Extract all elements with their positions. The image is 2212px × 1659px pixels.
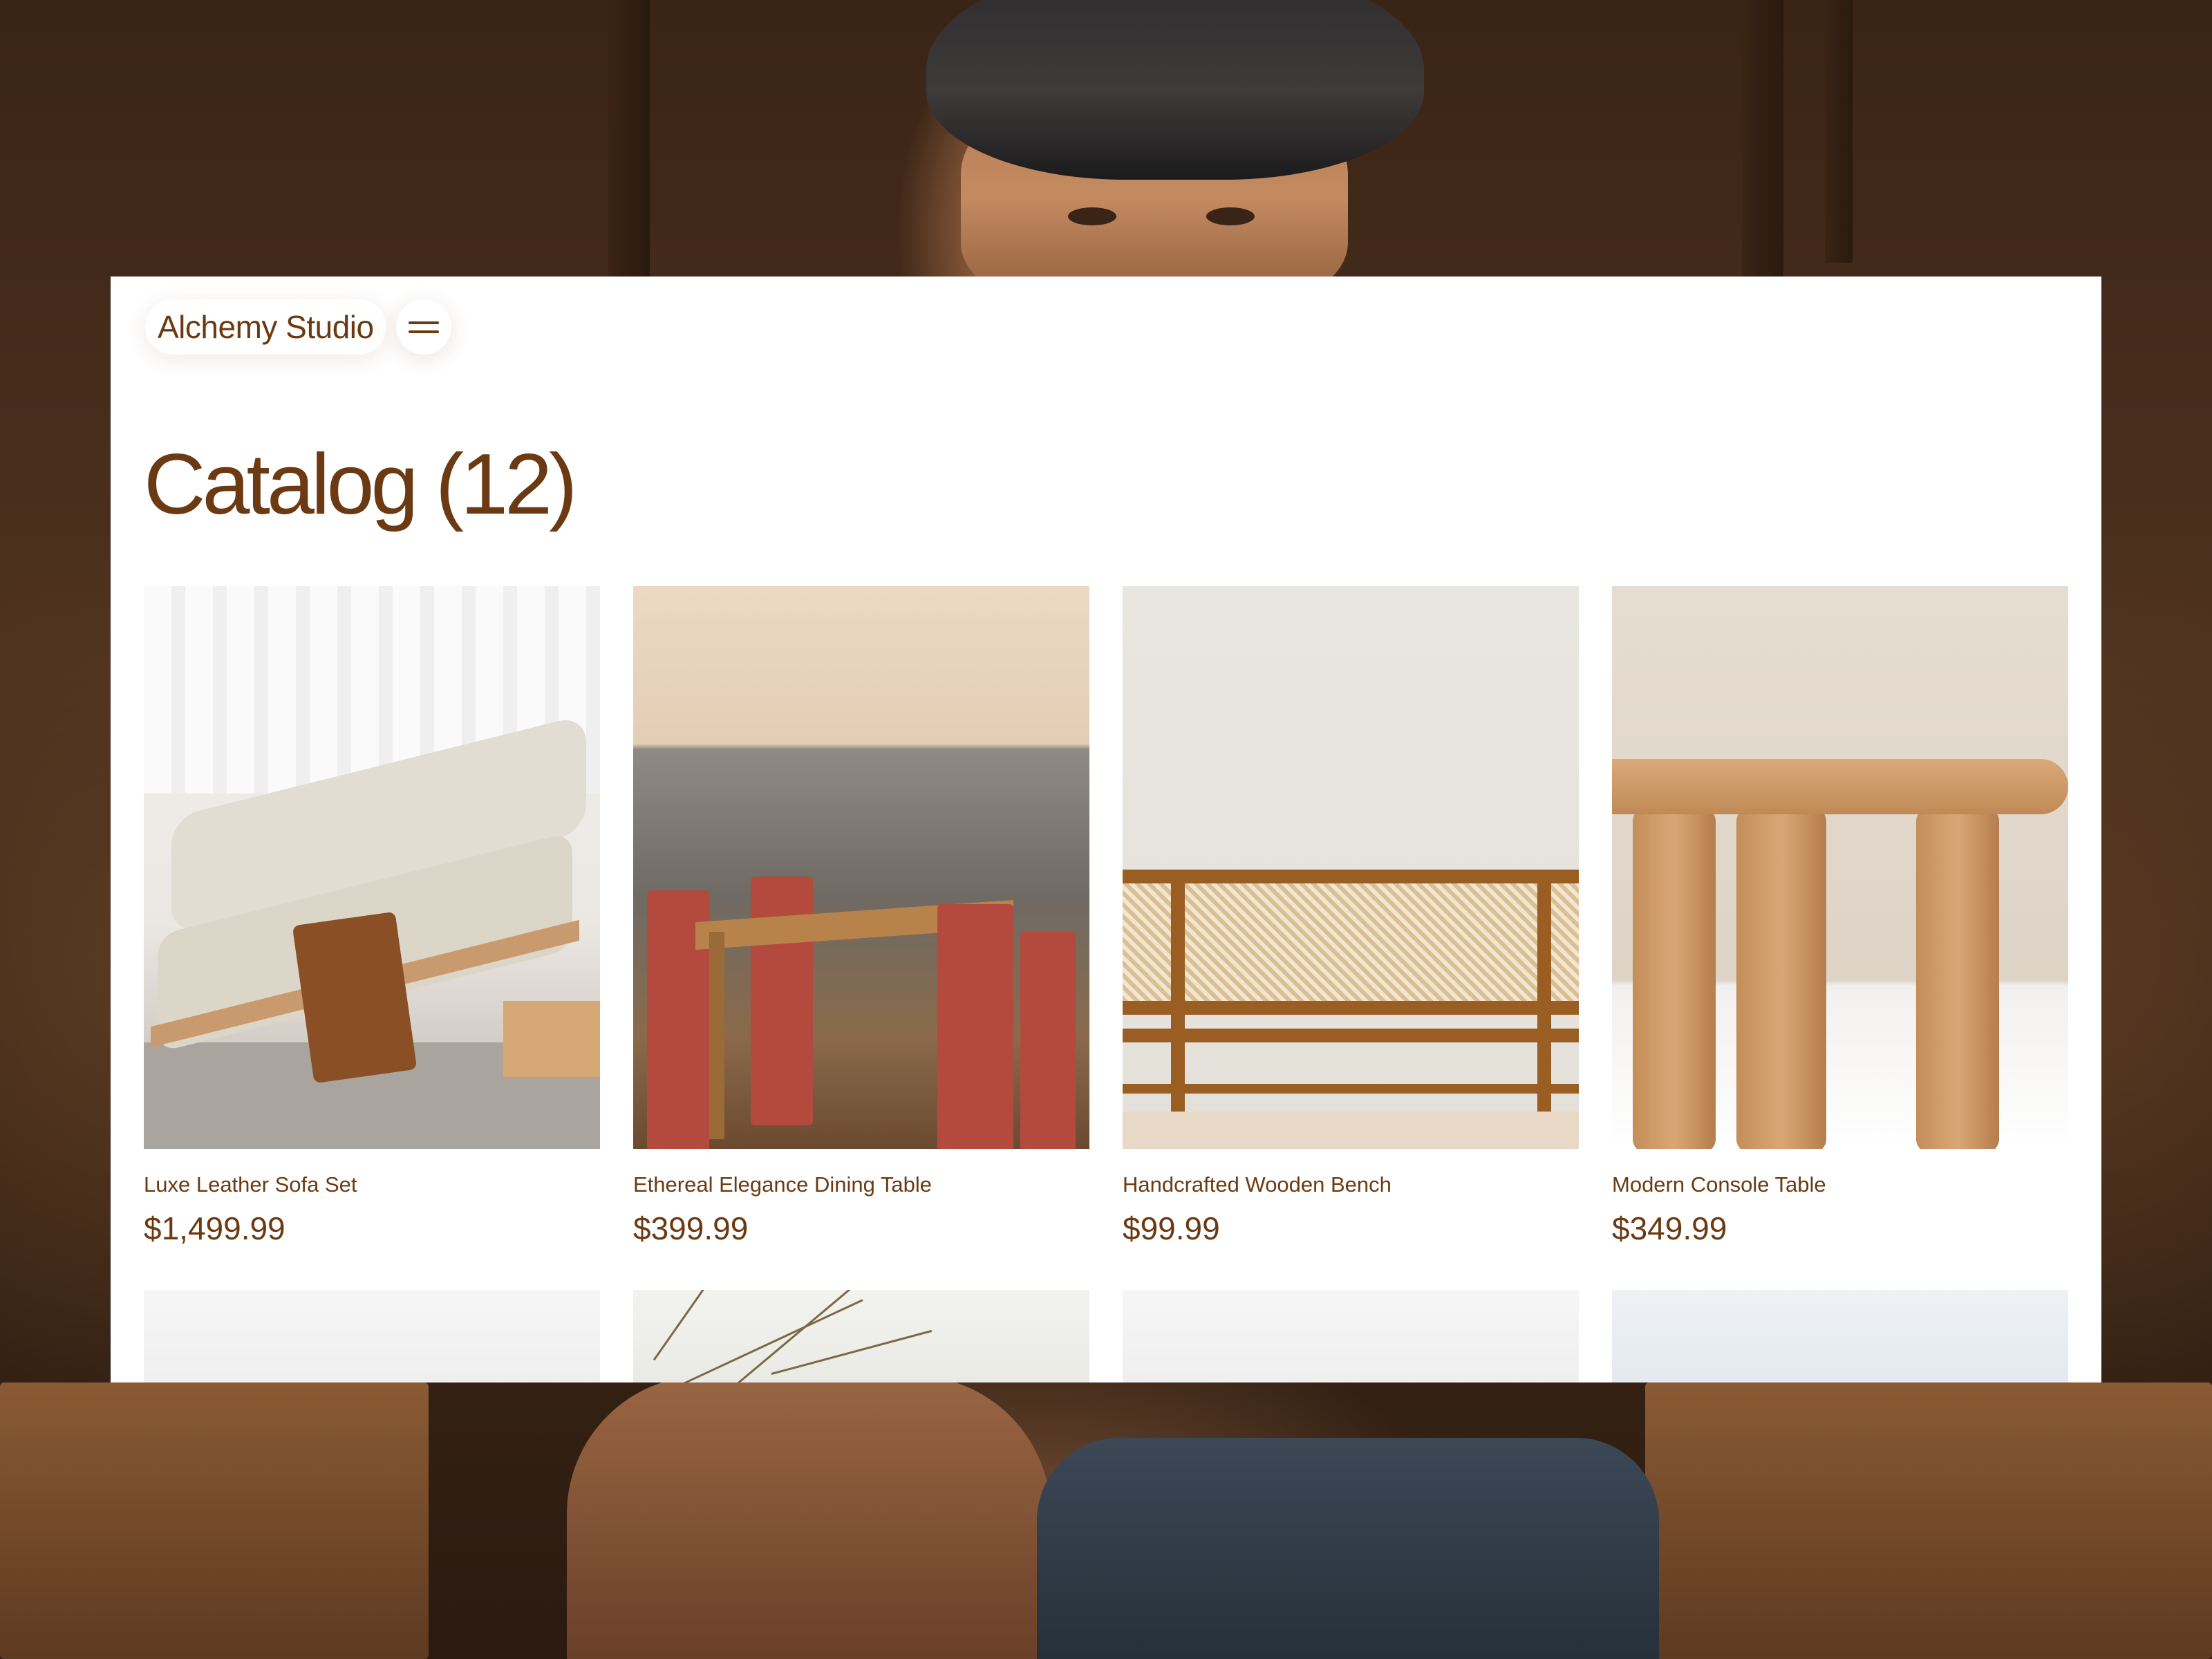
product-image[interactable] <box>144 586 600 1149</box>
menu-button[interactable] <box>395 299 451 355</box>
page-title: Catalog (12) <box>144 437 577 532</box>
product-name[interactable]: Handcrafted Wooden Bench <box>1123 1172 1579 1200</box>
product-name[interactable]: Modern Console Table <box>1612 1172 2068 1200</box>
background-arm <box>567 1376 1051 1659</box>
product-card[interactable] <box>633 1290 1089 1382</box>
product-card[interactable]: Handcrafted Wooden Bench $99.99 <box>1123 586 1579 1251</box>
header: Alchemy Studio <box>145 296 451 358</box>
product-image[interactable] <box>1612 1290 2068 1382</box>
background-beam <box>1825 0 1853 263</box>
product-image[interactable] <box>144 1290 600 1382</box>
brand-name[interactable]: Alchemy Studio <box>145 299 386 355</box>
product-name[interactable]: Ethereal Elegance Dining Table <box>633 1172 1089 1200</box>
product-card[interactable]: Modern Console Table $349.99 <box>1612 586 2068 1251</box>
product-image[interactable] <box>633 586 1089 1149</box>
background-eye <box>1068 207 1116 225</box>
background-workbench <box>1645 1382 2212 1659</box>
product-image[interactable] <box>1612 586 2068 1149</box>
product-image[interactable] <box>1123 1290 1579 1382</box>
product-image[interactable] <box>633 1290 1089 1382</box>
background-beam <box>608 0 650 276</box>
background-eye <box>1206 207 1255 225</box>
product-card[interactable] <box>1612 1290 2068 1382</box>
product-price: $1,499.99 <box>144 1210 285 1246</box>
product-image[interactable] <box>1123 586 1579 1149</box>
background-jeans <box>1037 1438 1659 1659</box>
background-beam <box>1742 0 1783 290</box>
hamburger-menu-icon <box>408 330 439 333</box>
product-card[interactable] <box>1123 1290 1579 1382</box>
product-grid: Luxe Leather Sofa Set $1,499.99 Ethereal… <box>144 586 2070 1382</box>
product-card[interactable]: Luxe Leather Sofa Set $1,499.99 <box>144 586 600 1251</box>
product-price: $99.99 <box>1123 1210 1220 1246</box>
catalog-panel: Alchemy Studio Catalog (12) Luxe Leather… <box>111 276 2101 1382</box>
background-craftsman-cap <box>926 0 1424 180</box>
product-price: $349.99 <box>1612 1210 1727 1246</box>
product-price: $399.99 <box>633 1210 749 1246</box>
background-workbench <box>0 1382 429 1659</box>
product-name[interactable]: Luxe Leather Sofa Set <box>144 1172 600 1200</box>
product-card[interactable]: Ethereal Elegance Dining Table $399.99 <box>633 586 1089 1251</box>
hamburger-menu-icon <box>408 321 439 324</box>
product-card[interactable] <box>144 1290 600 1382</box>
